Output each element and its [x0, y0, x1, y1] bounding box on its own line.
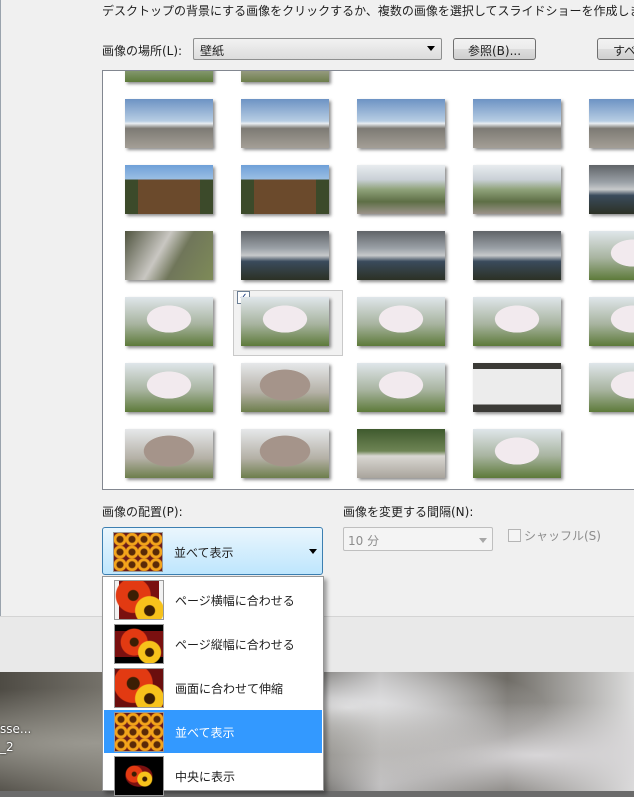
option-label: ページ横幅に合わせる [175, 594, 295, 608]
picture-thumbnail[interactable] [241, 231, 329, 280]
picture-location-label: 画像の場所(L): [102, 44, 183, 58]
picture-thumbnail[interactable] [589, 363, 634, 412]
picture-thumbnail[interactable] [241, 71, 329, 82]
picture-thumbnail[interactable] [125, 71, 213, 82]
option-fit-width[interactable]: ページ横幅に合わせる [104, 578, 322, 621]
stretch-icon [114, 668, 164, 708]
picture-thumbnail[interactable] [473, 297, 561, 346]
change-interval-select[interactable]: 10 分 [343, 527, 493, 551]
picture-thumbnail[interactable] [357, 363, 445, 412]
picture-thumbnail[interactable] [241, 297, 329, 346]
picture-thumbnail[interactable] [241, 99, 329, 148]
option-label: 並べて表示 [175, 726, 235, 740]
chevron-down-icon [427, 46, 435, 51]
picture-thumbnail[interactable] [125, 363, 213, 412]
option-label: 中央に表示 [175, 770, 236, 784]
picture-thumbnail[interactable] [473, 231, 561, 280]
picture-thumbnail[interactable] [473, 363, 561, 412]
center-icon [114, 756, 164, 796]
picture-position-dropdown: ページ横幅に合わせる ページ縦幅に合わせる 画面に合わせて伸縮 並べて表示 中央… [102, 576, 324, 796]
option-label: 画面に合わせて伸縮 [175, 682, 284, 696]
picture-thumbnail[interactable] [589, 99, 634, 148]
picture-thumbnail[interactable] [241, 429, 329, 478]
instruction-text: デスクトップの背景にする画像をクリックするか、複数の画像を選択してスライドショー… [102, 4, 634, 18]
picture-thumbnail[interactable] [125, 165, 213, 214]
desktop-item-label[interactable]: _2 [0, 740, 14, 754]
picture-location-select[interactable]: 壁紙 [193, 38, 442, 60]
picture-thumbnail[interactable] [125, 297, 213, 346]
picture-thumbnail[interactable] [125, 99, 213, 148]
fit-width-icon [114, 580, 164, 620]
change-interval-label: 画像を変更する間隔(N): [343, 505, 474, 519]
picture-position-select[interactable]: 並べて表示 [102, 527, 323, 575]
select-all-button[interactable]: すべ [597, 38, 634, 60]
picture-thumbnail[interactable] [473, 429, 561, 478]
chevron-down-icon [479, 538, 487, 543]
picture-thumbnail[interactable] [125, 231, 213, 280]
desktop-item-label[interactable]: sse... [0, 722, 31, 736]
option-stretch[interactable]: 画面に合わせて伸縮 [104, 666, 322, 709]
picture-thumbnail[interactable] [589, 297, 634, 346]
picture-thumbnail[interactable] [357, 99, 445, 148]
picture-thumbnail[interactable] [241, 363, 329, 412]
shuffle-label: シャッフル(S) [524, 529, 601, 543]
picture-thumbnail[interactable] [589, 231, 634, 280]
change-interval-value: 10 分 [348, 534, 380, 548]
picture-thumbnail[interactable] [473, 165, 561, 214]
chevron-down-icon [309, 549, 317, 554]
tile-icon [113, 532, 163, 572]
option-fit-height[interactable]: ページ縦幅に合わせる [104, 622, 322, 665]
option-tile[interactable]: 並べて表示 [104, 710, 322, 753]
picture-thumbnail[interactable] [357, 165, 445, 214]
picture-thumbnail[interactable] [357, 429, 445, 478]
picture-position-label: 画像の配置(P): [102, 505, 183, 519]
shuffle-checkbox[interactable] [508, 529, 521, 542]
picture-thumbnail[interactable] [357, 231, 445, 280]
picture-location-value: 壁紙 [200, 44, 225, 58]
picture-gallery[interactable]: ✓ [102, 70, 634, 490]
picture-position-value: 並べて表示 [174, 546, 234, 560]
picture-thumbnail[interactable] [473, 99, 561, 148]
picture-thumbnail[interactable] [125, 429, 213, 478]
picture-thumbnail[interactable] [589, 165, 634, 214]
tile-icon [114, 712, 164, 752]
browse-button[interactable]: 参照(B)... [453, 38, 536, 60]
picture-thumbnail[interactable] [241, 165, 329, 214]
option-label: ページ縦幅に合わせる [175, 638, 295, 652]
fit-height-icon [114, 624, 164, 664]
picture-thumbnail[interactable] [357, 297, 445, 346]
